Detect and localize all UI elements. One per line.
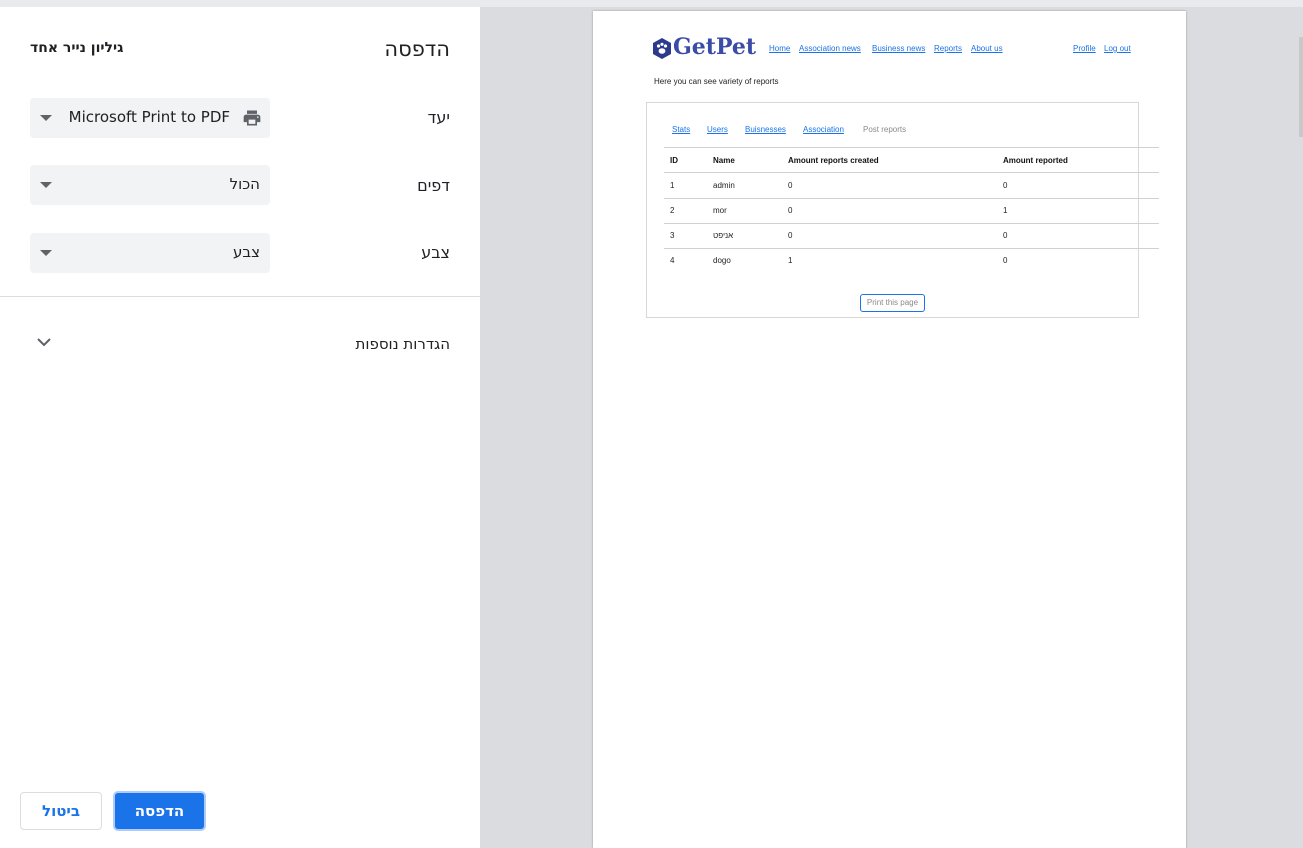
dropdown-arrow-icon (40, 182, 52, 188)
table-cell: 0 (788, 206, 793, 215)
dropdown-arrow-icon (40, 250, 52, 256)
nav-home-link[interactable]: Home (769, 44, 790, 53)
destination-label: יעד (427, 108, 450, 127)
table-cell: 1 (788, 256, 793, 265)
table-header: Name (713, 156, 735, 165)
sheet-count: גיליון נייר אחד (30, 40, 124, 56)
table-divider (664, 248, 1159, 249)
table-cell: 2 (670, 206, 675, 215)
nav-about-link[interactable]: About us (971, 44, 1003, 53)
printer-icon (243, 110, 261, 126)
table-divider (664, 147, 1159, 148)
profile-link[interactable]: Profile (1073, 44, 1096, 53)
dialog-title: הדפסה (384, 37, 450, 61)
preview-page: GetPet Home Association news Business ne… (593, 11, 1186, 848)
table-header: Amount reported (1003, 156, 1068, 165)
table-cell: אניפט (713, 231, 734, 240)
table-divider (664, 198, 1159, 199)
dropdown-arrow-icon (40, 115, 52, 121)
preview-scrollbar[interactable] (1299, 37, 1303, 137)
tab-users[interactable]: Users (707, 125, 728, 134)
logout-link[interactable]: Log out (1104, 44, 1131, 53)
color-select[interactable]: צבע (30, 233, 270, 273)
divider (0, 296, 480, 297)
table-header: Amount reports created (788, 156, 879, 165)
nav-reports-link[interactable]: Reports (934, 44, 962, 53)
destination-select[interactable]: Microsoft Print to PDF (30, 98, 270, 138)
table-divider (664, 172, 1159, 173)
intro-text: Here you can see variety of reports (654, 77, 779, 86)
table-divider (664, 223, 1159, 224)
table-cell: admin (713, 181, 735, 190)
table-cell: 0 (788, 181, 793, 190)
brand-logo: GetPet (673, 34, 757, 60)
table-cell: 4 (670, 256, 675, 265)
table-header: ID (670, 156, 678, 165)
nav-business-news-link[interactable]: Business news (872, 44, 925, 53)
table-cell: 3 (670, 231, 675, 240)
pages-label: דפים (417, 176, 450, 195)
print-this-page-button[interactable]: Print this page (860, 294, 925, 312)
tab-buisnesses[interactable]: Buisnesses (745, 125, 786, 134)
nav-association-news-link[interactable]: Association news (799, 44, 861, 53)
table-cell: 0 (788, 231, 793, 240)
print-settings-panel: הדפסה גיליון נייר אחד יעד Microsoft Prin… (0, 7, 480, 848)
more-settings-toggle[interactable]: הגדרות נוספות (356, 335, 451, 353)
table-cell: 0 (1003, 181, 1008, 190)
chevron-down-icon[interactable] (37, 337, 51, 347)
cancel-button[interactable]: ביטול (20, 792, 102, 830)
tab-association[interactable]: Association (803, 125, 844, 134)
tab-stats[interactable]: Stats (672, 125, 690, 134)
paw-logo-icon (653, 38, 671, 59)
color-value: צבע (233, 243, 260, 261)
table-cell: mor (713, 206, 727, 215)
table-cell: 1 (1003, 206, 1008, 215)
table-cell: 1 (670, 181, 675, 190)
pages-value: הכול (229, 175, 260, 193)
table-cell: 0 (1003, 256, 1008, 265)
window-top-strip (0, 0, 1303, 7)
print-button[interactable]: הדפסה (113, 791, 206, 831)
color-label: צבע (421, 243, 450, 262)
tab-post-reports[interactable]: Post reports (863, 125, 906, 134)
pages-select[interactable]: הכול (30, 165, 270, 205)
table-cell: dogo (713, 256, 731, 265)
table-cell: 0 (1003, 231, 1008, 240)
destination-value: Microsoft Print to PDF (68, 108, 230, 126)
